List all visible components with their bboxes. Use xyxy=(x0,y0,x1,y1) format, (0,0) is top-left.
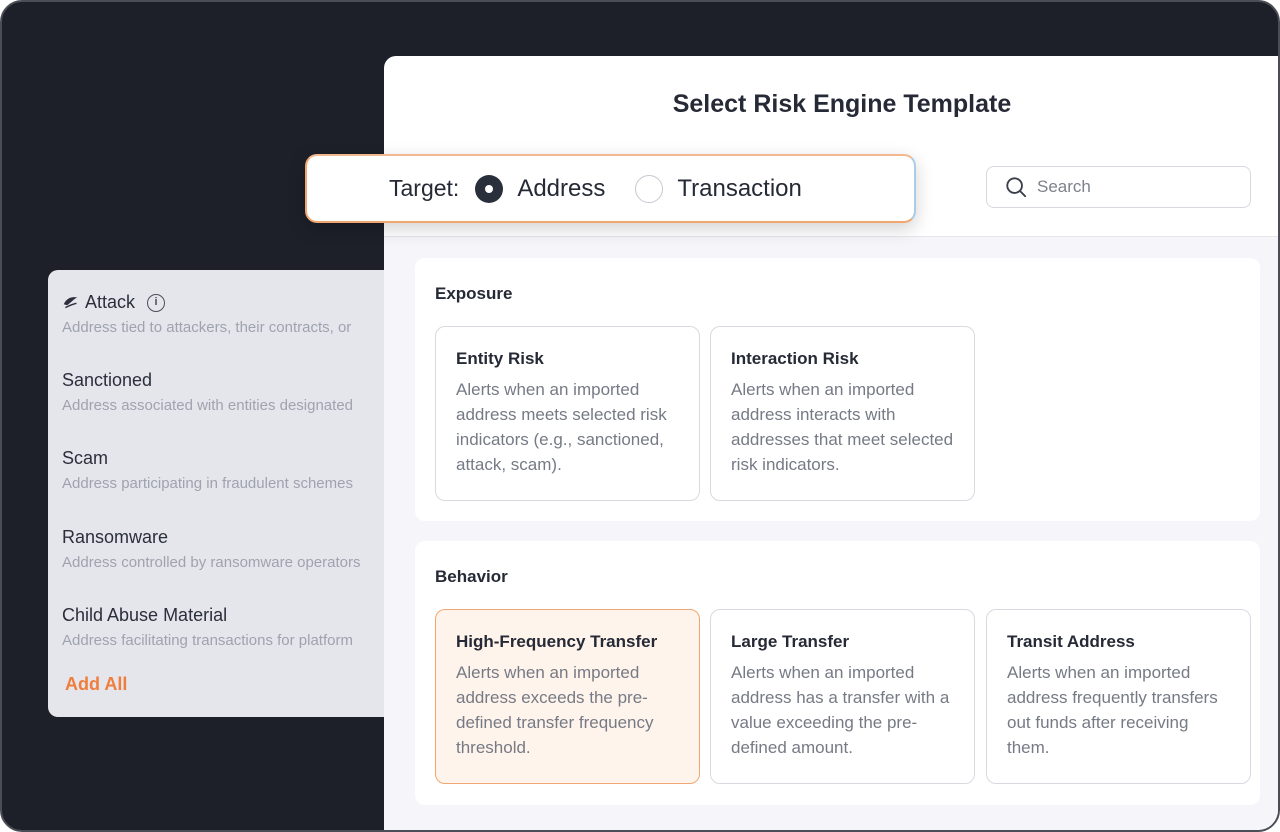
card-title: Entity Risk xyxy=(456,349,544,368)
search-input[interactable] xyxy=(1037,177,1237,197)
section-exposure: Exposure Entity Risk Alerts when an impo… xyxy=(415,258,1260,521)
target-label: Target: xyxy=(389,175,460,201)
card-desc: Alerts when an imported address exceeds … xyxy=(456,663,654,757)
card-desc: Alerts when an imported address meets se… xyxy=(456,380,667,474)
section-title: Exposure xyxy=(435,284,513,303)
section-title: Behavior xyxy=(435,567,508,586)
search-icon xyxy=(1006,177,1027,198)
indicator-title: Attack xyxy=(85,292,136,312)
card-desc: Alerts when an imported address interact… xyxy=(731,380,954,474)
template-list: Exposure Entity Risk Alerts when an impo… xyxy=(384,236,1278,830)
search-box[interactable] xyxy=(986,166,1251,208)
add-all-button[interactable]: Add All xyxy=(65,674,127,695)
target-selector: Target: Address Transaction xyxy=(305,154,916,223)
modal-title: Select Risk Engine Template xyxy=(672,90,1012,118)
card-title: High-Frequency Transfer xyxy=(456,632,658,651)
card-high-frequency-transfer[interactable]: High-Frequency Transfer Alerts when an i… xyxy=(435,609,700,784)
info-icon[interactable]: i xyxy=(147,293,166,312)
app-frame: Attack i Address tied to attackers, thei… xyxy=(0,0,1280,832)
target-option-address[interactable]: Address xyxy=(517,175,605,203)
card-title: Large Transfer xyxy=(731,632,850,651)
card-title: Interaction Risk xyxy=(731,349,859,368)
card-desc: Alerts when an imported address frequent… xyxy=(1007,663,1218,757)
card-interaction-risk[interactable]: Interaction Risk Alerts when an imported… xyxy=(710,326,975,501)
card-entity-risk[interactable]: Entity Risk Alerts when an imported addr… xyxy=(435,326,700,501)
radio-selected-icon[interactable] xyxy=(475,174,504,203)
card-transit-address[interactable]: Transit Address Alerts when an imported … xyxy=(986,609,1251,784)
section-behavior: Behavior High-Frequency Transfer Alerts … xyxy=(415,541,1260,805)
attack-icon xyxy=(63,297,78,309)
card-desc: Alerts when an imported address has a tr… xyxy=(731,663,950,757)
radio-unselected-icon[interactable] xyxy=(635,174,664,203)
target-option-transaction[interactable]: Transaction xyxy=(677,175,802,203)
card-large-transfer[interactable]: Large Transfer Alerts when an imported a… xyxy=(710,609,975,784)
card-title: Transit Address xyxy=(1007,632,1135,651)
